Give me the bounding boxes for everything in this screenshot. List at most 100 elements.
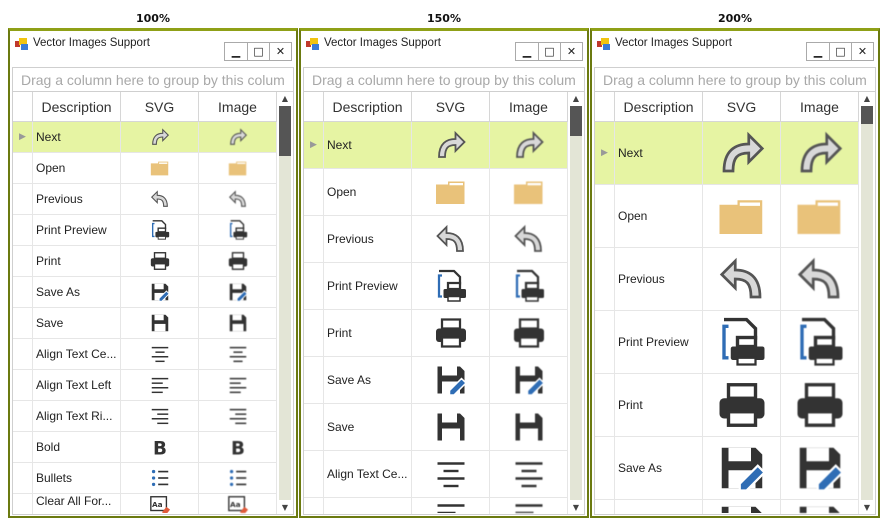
column-header-image[interactable]: Image bbox=[199, 92, 277, 121]
table-row[interactable]: Open bbox=[304, 169, 568, 216]
svg-cell[interactable] bbox=[412, 310, 490, 356]
table-row[interactable]: Save bbox=[304, 404, 568, 451]
table-row[interactable]: Print Preview bbox=[304, 263, 568, 310]
svg-cell[interactable] bbox=[121, 401, 199, 431]
minimize-button[interactable]: ▁ bbox=[807, 43, 829, 60]
scroll-thumb[interactable] bbox=[570, 106, 582, 136]
column-header-image[interactable]: Image bbox=[781, 92, 859, 121]
image-cell[interactable] bbox=[490, 310, 568, 356]
svg-cell[interactable] bbox=[121, 463, 199, 493]
image-cell[interactable] bbox=[490, 357, 568, 403]
svg-cell[interactable] bbox=[703, 500, 781, 514]
table-row[interactable]: ▶ Next bbox=[595, 122, 859, 185]
svg-cell[interactable]: B bbox=[121, 432, 199, 462]
close-button[interactable]: ✕ bbox=[269, 43, 291, 60]
column-header-svg[interactable]: SVG bbox=[121, 92, 199, 121]
group-panel[interactable]: Drag a column here to group by this colu… bbox=[304, 68, 584, 92]
scroll-track[interactable] bbox=[861, 106, 873, 500]
description-cell[interactable] bbox=[324, 498, 412, 514]
table-row[interactable]: Previous bbox=[304, 216, 568, 263]
vertical-scrollbar[interactable]: ▲ ▼ bbox=[568, 92, 584, 514]
table-row[interactable]: Save As bbox=[13, 277, 277, 308]
minimize-button[interactable]: ▁ bbox=[516, 43, 538, 60]
image-cell[interactable] bbox=[781, 437, 859, 499]
table-row[interactable]: Print bbox=[13, 246, 277, 277]
image-cell[interactable]: B bbox=[199, 432, 277, 462]
image-cell[interactable] bbox=[199, 246, 277, 276]
description-cell[interactable]: Bullets bbox=[33, 463, 121, 493]
table-row[interactable]: Bullets bbox=[13, 463, 277, 494]
svg-cell[interactable] bbox=[121, 339, 199, 369]
svg-cell[interactable] bbox=[412, 216, 490, 262]
table-row[interactable]: Save As bbox=[304, 357, 568, 404]
image-cell[interactable] bbox=[199, 463, 277, 493]
svg-cell[interactable] bbox=[121, 370, 199, 400]
maximize-button[interactable]: □ bbox=[829, 43, 851, 60]
description-cell[interactable]: Print bbox=[615, 374, 703, 436]
scroll-track[interactable] bbox=[279, 106, 291, 500]
image-cell[interactable] bbox=[490, 404, 568, 450]
svg-cell[interactable] bbox=[412, 169, 490, 215]
scroll-thumb[interactable] bbox=[279, 106, 291, 156]
table-row[interactable]: Align Text Ri... bbox=[13, 401, 277, 432]
svg-cell[interactable] bbox=[121, 153, 199, 183]
description-cell[interactable]: Open bbox=[33, 153, 121, 183]
table-row[interactable]: Open bbox=[595, 185, 859, 248]
column-header-description[interactable]: Description bbox=[324, 92, 412, 121]
description-cell[interactable]: Previous bbox=[615, 248, 703, 310]
description-cell[interactable]: Open bbox=[615, 185, 703, 247]
table-row[interactable]: Align Text Ce... bbox=[304, 451, 568, 498]
svg-cell[interactable] bbox=[412, 122, 490, 168]
description-cell[interactable]: Print Preview bbox=[324, 263, 412, 309]
image-cell[interactable] bbox=[199, 153, 277, 183]
table-row[interactable]: Align Text Ce... bbox=[13, 339, 277, 370]
table-row[interactable]: ▶ Next bbox=[13, 122, 277, 153]
image-cell[interactable] bbox=[490, 122, 568, 168]
vertical-scrollbar[interactable]: ▲ ▼ bbox=[277, 92, 293, 514]
description-cell[interactable]: Save bbox=[33, 308, 121, 338]
table-row[interactable]: Print Preview bbox=[595, 311, 859, 374]
description-cell[interactable] bbox=[615, 500, 703, 514]
svg-cell[interactable] bbox=[121, 184, 199, 214]
table-row[interactable] bbox=[304, 498, 568, 514]
image-cell[interactable] bbox=[199, 184, 277, 214]
description-cell[interactable]: Print Preview bbox=[33, 215, 121, 245]
table-row[interactable]: Save bbox=[13, 308, 277, 339]
svg-cell[interactable] bbox=[703, 185, 781, 247]
table-row[interactable]: Clear All For... Aa Aa bbox=[13, 494, 277, 514]
scroll-down-arrow-icon[interactable]: ▼ bbox=[859, 503, 875, 512]
image-cell[interactable] bbox=[781, 374, 859, 436]
scroll-down-arrow-icon[interactable]: ▼ bbox=[568, 503, 584, 512]
table-row[interactable]: ▶ Next bbox=[304, 122, 568, 169]
image-cell[interactable] bbox=[781, 500, 859, 514]
svg-cell[interactable] bbox=[412, 451, 490, 497]
description-cell[interactable]: Align Text Ce... bbox=[324, 451, 412, 497]
svg-cell[interactable] bbox=[703, 122, 781, 184]
svg-cell[interactable] bbox=[412, 263, 490, 309]
svg-cell[interactable] bbox=[703, 437, 781, 499]
svg-cell[interactable] bbox=[121, 308, 199, 338]
image-cell[interactable]: Aa bbox=[199, 494, 277, 514]
scroll-up-arrow-icon[interactable]: ▲ bbox=[859, 94, 875, 103]
svg-cell[interactable] bbox=[412, 498, 490, 514]
group-panel[interactable]: Drag a column here to group by this colu… bbox=[13, 68, 293, 92]
column-header-svg[interactable]: SVG bbox=[703, 92, 781, 121]
svg-cell[interactable]: Aa bbox=[121, 494, 199, 514]
description-cell[interactable]: Next bbox=[615, 122, 703, 184]
description-cell[interactable]: Save As bbox=[33, 277, 121, 307]
svg-cell[interactable] bbox=[703, 374, 781, 436]
image-cell[interactable] bbox=[490, 169, 568, 215]
image-cell[interactable] bbox=[781, 122, 859, 184]
column-header-description[interactable]: Description bbox=[615, 92, 703, 121]
image-cell[interactable] bbox=[781, 311, 859, 373]
table-row[interactable]: Save As bbox=[595, 437, 859, 500]
image-cell[interactable] bbox=[199, 277, 277, 307]
svg-cell[interactable] bbox=[703, 248, 781, 310]
description-cell[interactable]: Print Preview bbox=[615, 311, 703, 373]
description-cell[interactable]: Open bbox=[324, 169, 412, 215]
description-cell[interactable]: Save bbox=[324, 404, 412, 450]
column-header-image[interactable]: Image bbox=[490, 92, 568, 121]
minimize-button[interactable]: ▁ bbox=[225, 43, 247, 60]
scroll-track[interactable] bbox=[570, 106, 582, 500]
maximize-button[interactable]: □ bbox=[247, 43, 269, 60]
